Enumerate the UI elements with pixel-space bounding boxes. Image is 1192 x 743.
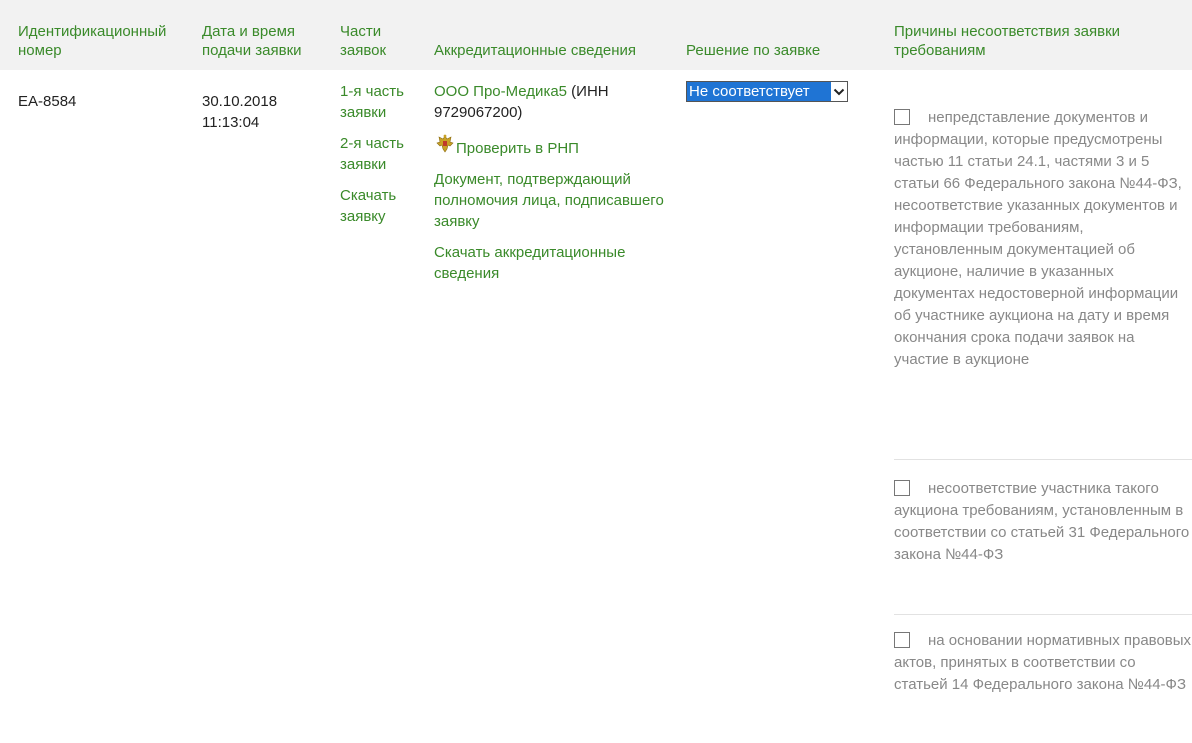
reason-item: несоответствие участника такого аукциона… <box>894 478 1192 566</box>
chevron-down-icon[interactable] <box>831 82 847 101</box>
reason-checkbox[interactable] <box>894 632 910 648</box>
rnp-check-link[interactable]: Проверить в РНП <box>456 140 579 157</box>
decision-select-value: Не соответствует <box>687 82 831 101</box>
column-header-reasons: Причины несоответствия заявки требования… <box>894 23 1121 59</box>
column-header-id: Идентификационный номер <box>18 23 167 59</box>
reason-text: на основании нормативных правовых актов,… <box>894 632 1192 693</box>
applications-table: Идентификационный номер Дата и время под… <box>0 0 1192 743</box>
reason-text: непредставление документов и информации,… <box>894 109 1182 368</box>
submission-datetime: 30.10.2018 11:13:04 <box>202 91 322 133</box>
decision-select[interactable]: Не соответствует <box>686 81 848 102</box>
table-header: Идентификационный номер Дата и время под… <box>0 0 1192 70</box>
reason-checkbox[interactable] <box>894 480 910 496</box>
company-link[interactable]: ООО Про-Медика5 <box>434 83 567 100</box>
submission-time: 11:13:04 <box>202 114 260 131</box>
application-id: ЕА-8584 <box>18 93 77 110</box>
rnp-check: Проверить в РНП <box>434 133 674 159</box>
download-application-link[interactable]: Скачать заявку <box>340 185 416 227</box>
column-header-datetime: Дата и время подачи заявки <box>202 23 302 59</box>
reason-divider <box>894 614 1192 615</box>
submission-date: 30.10.2018 <box>202 93 278 110</box>
accreditation-info: ООО Про-Медика5 (ИНН 9729067200) Провери… <box>434 81 674 284</box>
reason-item: на основании нормативных правовых актов,… <box>894 630 1192 696</box>
russian-emblem-icon <box>434 133 456 155</box>
application-parts: 1-я часть заявки 2-я часть заявки Скачат… <box>340 81 420 227</box>
column-header-parts: Части заявок <box>340 23 387 59</box>
authority-document-link[interactable]: Документ, подтверждающий полномочия лица… <box>434 169 674 232</box>
part-1-link[interactable]: 1-я часть заявки <box>340 81 416 123</box>
column-header-decision: Решение по заявке <box>686 42 821 59</box>
reason-item: непредставление документов и информации,… <box>894 107 1192 371</box>
reason-checkbox[interactable] <box>894 109 910 125</box>
reason-divider <box>894 459 1192 460</box>
part-2-link[interactable]: 2-я часть заявки <box>340 133 416 175</box>
reason-text: несоответствие участника такого аукциона… <box>894 480 1190 563</box>
column-header-accreditation: Аккредитационные сведения <box>434 42 637 59</box>
download-accreditation-link[interactable]: Скачать аккредитационные сведения <box>434 242 674 284</box>
company-info: ООО Про-Медика5 (ИНН 9729067200) <box>434 81 670 123</box>
